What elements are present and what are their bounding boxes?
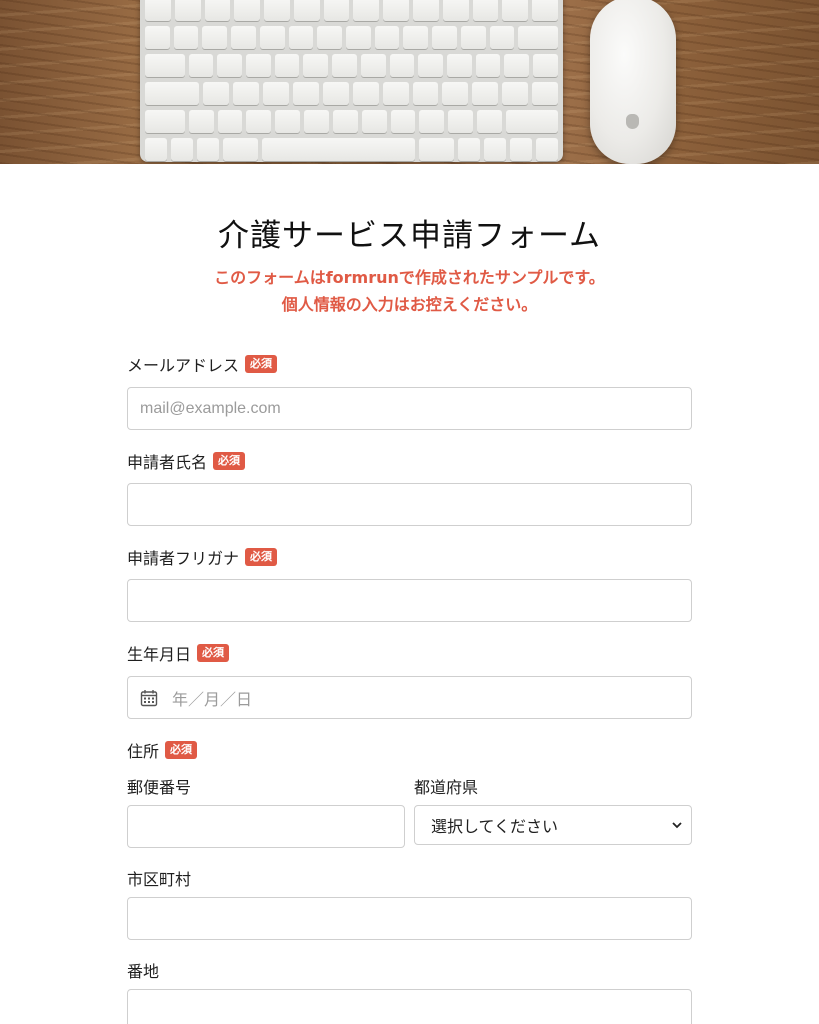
prefecture-label: 都道府県 — [414, 778, 479, 797]
email-label-text: メールアドレス — [127, 356, 240, 375]
required-badge: 必須 — [213, 452, 246, 470]
form-notice: このフォームはformrunで作成されたサンプルです。 個人情報の入力はお控えく… — [0, 264, 819, 318]
notice-line-1: このフォームはformrunで作成されたサンプルです。 — [214, 268, 605, 287]
notice-line-2: 個人情報の入力はお控えください。 — [281, 295, 538, 314]
keyboard-illustration — [140, 0, 563, 162]
name-field[interactable] — [127, 483, 692, 526]
city-label: 市区町村 — [127, 870, 192, 889]
postal-code-field[interactable] — [127, 805, 405, 848]
required-badge: 必須 — [197, 644, 230, 662]
apple-logo-icon — [626, 114, 639, 129]
prefecture-select[interactable]: 選択してください — [414, 805, 692, 845]
hero-image — [0, 0, 819, 164]
kana-field[interactable] — [127, 579, 692, 622]
kana-label-text: 申請者フリガナ — [127, 549, 240, 568]
form-title: 介護サービス申請フォーム — [217, 218, 602, 254]
birthdate-placeholder: 年／月／日 — [172, 691, 253, 709]
birthdate-label-text: 生年月日 — [127, 645, 192, 664]
birthdate-field[interactable]: 年／月／日 — [127, 676, 692, 719]
name-label-text: 申請者氏名 — [127, 453, 208, 472]
postal-code-label: 郵便番号 — [127, 778, 192, 797]
name-label: 申請者氏名 必須 — [127, 449, 246, 473]
address-label: 住所 必須 — [127, 738, 198, 762]
street-field[interactable] — [127, 989, 692, 1024]
city-field[interactable] — [127, 897, 692, 940]
email-label: メールアドレス 必須 — [127, 352, 278, 376]
address-label-text: 住所 — [127, 742, 160, 761]
street-label: 番地 — [127, 962, 160, 981]
required-badge: 必須 — [245, 355, 278, 373]
chevron-down-icon — [672, 822, 682, 829]
prefecture-selected-value: 選択してください — [431, 819, 559, 836]
kana-label: 申請者フリガナ 必須 — [127, 545, 278, 569]
birthdate-label: 生年月日 必須 — [127, 641, 230, 665]
required-badge: 必須 — [245, 548, 278, 566]
required-badge: 必須 — [165, 741, 198, 759]
email-field[interactable] — [127, 387, 692, 430]
calendar-icon — [140, 689, 158, 706]
mouse-illustration — [590, 0, 676, 164]
